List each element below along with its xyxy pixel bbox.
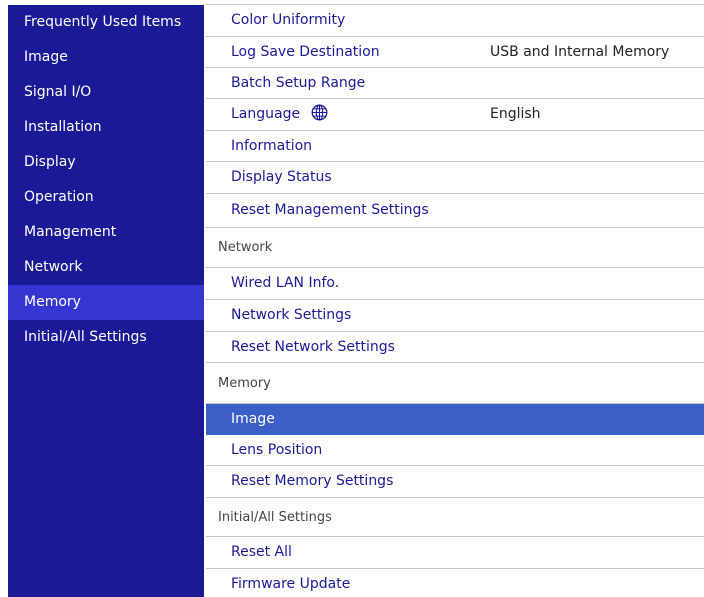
row-log-save-destination[interactable]: Log Save Destination USB and Internal Me…: [206, 37, 704, 68]
sidebar-item-memory[interactable]: Memory: [8, 285, 204, 320]
row-label: Reset Management Settings: [231, 202, 429, 218]
row-label: Network Settings: [231, 307, 352, 323]
row-value: USB and Internal Memory: [490, 44, 670, 60]
row-reset-network-settings[interactable]: Reset Network Settings: [206, 332, 704, 363]
row-label: Information: [231, 138, 313, 154]
sidebar-item-operation[interactable]: Operation: [8, 180, 204, 215]
row-color-uniformity[interactable]: Color Uniformity: [206, 5, 704, 37]
row-label: Batch Setup Range: [231, 75, 366, 91]
row-reset-memory-settings[interactable]: Reset Memory Settings: [206, 466, 704, 498]
row-reset-all[interactable]: Reset All: [206, 537, 704, 569]
row-value: English: [490, 106, 541, 122]
sidebar-item-display[interactable]: Display: [8, 145, 204, 180]
row-batch-setup-range[interactable]: Batch Setup Range: [206, 68, 704, 99]
sidebar-item-initial-all-settings[interactable]: Initial/All Settings: [8, 320, 204, 355]
section-label: Memory: [218, 376, 271, 391]
section-header-initial-all-settings: Initial/All Settings: [206, 498, 704, 537]
sidebar-item-installation[interactable]: Installation: [8, 110, 204, 145]
settings-list: Color Uniformity Log Save Destination US…: [206, 5, 704, 597]
sidebar-item-network[interactable]: Network: [8, 250, 204, 285]
row-label: Wired LAN Info.: [231, 275, 340, 291]
row-label: Reset All: [231, 544, 292, 560]
row-label: Reset Network Settings: [231, 339, 395, 355]
row-label: Firmware Update: [231, 576, 351, 592]
sidebar-item-signal-io[interactable]: Signal I/O: [8, 75, 204, 110]
row-reset-management-settings[interactable]: Reset Management Settings: [206, 194, 704, 228]
section-label: Network: [218, 240, 273, 255]
section-label: Initial/All Settings: [218, 510, 332, 525]
row-display-status[interactable]: Display Status: [206, 162, 704, 194]
row-firmware-update[interactable]: Firmware Update: [206, 569, 704, 597]
sidebar-item-frequently-used-items[interactable]: Frequently Used Items: [8, 5, 204, 40]
sidebar-menu: Frequently Used Items Image Signal I/O I…: [8, 5, 204, 597]
globe-icon: [311, 104, 327, 121]
row-network-settings[interactable]: Network Settings: [206, 300, 704, 332]
row-label: Color Uniformity: [231, 12, 346, 28]
row-information[interactable]: Information: [206, 131, 704, 162]
row-lens-position[interactable]: Lens Position: [206, 435, 704, 466]
settings-screen: Frequently Used Items Image Signal I/O I…: [0, 0, 704, 597]
row-label: Display Status: [231, 169, 332, 185]
row-label: Reset Memory Settings: [231, 473, 394, 489]
row-label: Lens Position: [231, 442, 323, 458]
row-label: Image: [231, 411, 275, 427]
row-image[interactable]: Image: [206, 404, 704, 435]
sidebar-item-image[interactable]: Image: [8, 40, 204, 75]
section-header-memory: Memory: [206, 363, 704, 404]
sidebar-item-management[interactable]: Management: [8, 215, 204, 250]
section-header-network: Network: [206, 228, 704, 268]
language-label-wrap: Language: [231, 99, 328, 130]
row-wired-lan-info[interactable]: Wired LAN Info.: [206, 268, 704, 300]
row-language[interactable]: Language English: [206, 99, 704, 131]
row-label: Language: [231, 106, 301, 122]
row-label: Log Save Destination: [231, 44, 380, 60]
